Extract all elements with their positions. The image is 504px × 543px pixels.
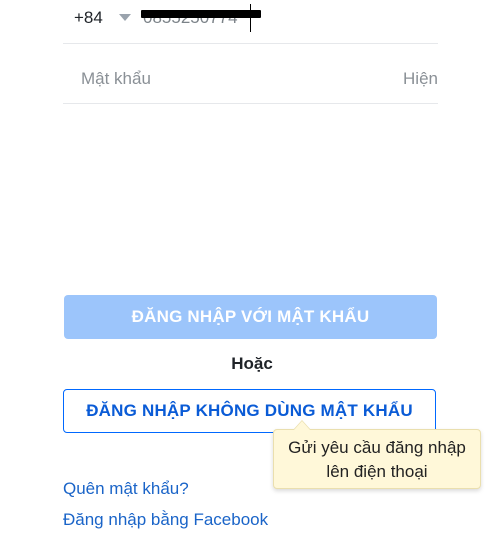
chevron-down-icon[interactable] — [119, 14, 131, 21]
text-cursor — [250, 4, 251, 32]
password-field[interactable]: Hiện — [63, 55, 438, 104]
login-with-password-button[interactable]: ĐĂNG NHẬP VỚI MẬT KHẨU — [64, 295, 437, 339]
login-request-tooltip: Gửi yêu cầu đăng nhập lên điện thoại — [273, 420, 481, 489]
country-code-selector[interactable]: +84 — [74, 8, 103, 28]
tooltip-line-1: Gửi yêu cầu đăng nhập — [288, 438, 466, 457]
facebook-login-link[interactable]: Đăng nhập bằng Facebook — [63, 510, 268, 530]
show-password-toggle[interactable]: Hiện — [403, 69, 438, 89]
tooltip-line-2: lên điện thoại — [326, 462, 428, 481]
redaction-mark — [141, 10, 261, 18]
forgot-password-link[interactable]: Quên mật khẩu? — [63, 479, 189, 499]
phone-field[interactable]: +84 0855250774 — [63, 0, 438, 44]
login-without-password-button[interactable]: ĐĂNG NHẬP KHÔNG DÙNG MẬT KHẨU — [63, 389, 436, 433]
or-divider-label: Hoặc — [231, 354, 273, 373]
tooltip-arrow — [294, 421, 310, 430]
password-input[interactable] — [63, 65, 381, 93]
